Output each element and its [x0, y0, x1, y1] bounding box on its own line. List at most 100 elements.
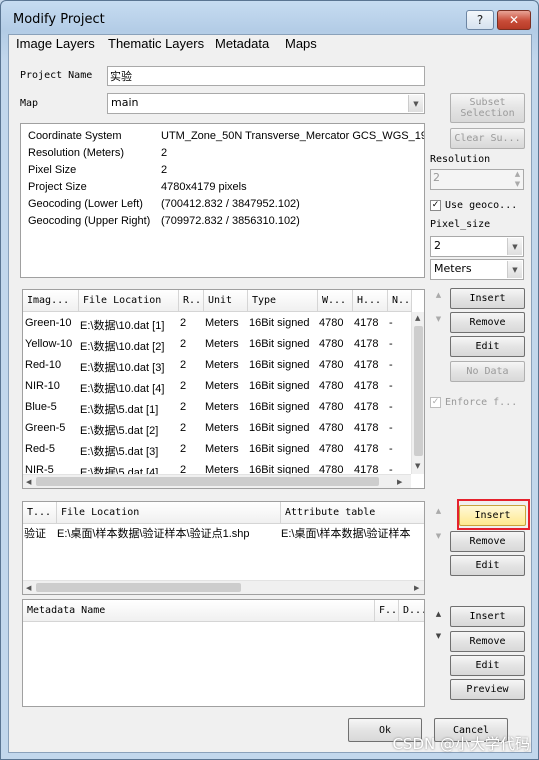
image-remove-button[interactable]: Remove: [450, 312, 525, 333]
table-cell: Red-10: [25, 359, 62, 371]
column-header[interactable]: Imag...: [23, 290, 79, 312]
close-button[interactable]: ✕: [497, 10, 531, 30]
menu-image-layers[interactable]: Image Layers: [16, 36, 95, 51]
table-cell: 4178: [354, 443, 379, 455]
subset-selection-button[interactable]: Subset Selection: [450, 93, 525, 123]
column-header[interactable]: File Location: [79, 290, 179, 312]
scroll-left-icon[interactable]: ◀: [26, 478, 31, 486]
thematic-layers-table: T... File Location Attribute table 验证 E:…: [22, 501, 425, 595]
scroll-up-icon[interactable]: ▲: [415, 314, 420, 322]
move-down-icon[interactable]: ▼: [433, 315, 444, 323]
scroll-thumb[interactable]: [414, 326, 423, 456]
image-edit-button[interactable]: Edit: [450, 336, 525, 357]
pixel-size-value: 2: [434, 239, 441, 252]
menu-metadata[interactable]: Metadata: [215, 36, 269, 51]
table-row[interactable]: Red-5 E:\数据\5.dat [3] 2 Meters 16Bit signed 4…: [23, 440, 411, 461]
column-header[interactable]: Type: [248, 290, 318, 312]
enforce-checkbox[interactable]: ✓: [430, 397, 441, 408]
horizontal-scrollbar[interactable]: ◀ ▶: [23, 580, 424, 594]
chevron-down-icon: ▼: [507, 238, 522, 255]
metadata-edit-button[interactable]: Edit: [450, 655, 525, 676]
scroll-thumb[interactable]: [36, 583, 241, 592]
column-header[interactable]: Attribute table: [281, 502, 424, 524]
column-header[interactable]: T...: [23, 502, 57, 524]
metadata-preview-button[interactable]: Preview: [450, 679, 525, 700]
no-data-button[interactable]: No Data: [450, 361, 525, 382]
info-value: (709972.832 / 3856310.102): [161, 215, 300, 227]
metadata-insert-button[interactable]: Insert: [450, 606, 525, 627]
table-cell: 16Bit signed: [249, 380, 310, 392]
scroll-thumb[interactable]: [36, 477, 379, 486]
table-row[interactable]: Yellow-10 E:\数据\10.dat [2] 2 Meters 16Bit si…: [23, 335, 411, 356]
scroll-right-icon[interactable]: ▶: [397, 478, 402, 486]
table-cell: 16Bit signed: [249, 401, 310, 413]
resolution-input[interactable]: 2: [430, 169, 524, 190]
column-header[interactable]: N...: [388, 290, 412, 312]
move-down-icon[interactable]: ▼: [433, 532, 444, 540]
table-cell: Meters: [205, 443, 239, 455]
scroll-left-icon[interactable]: ◀: [26, 584, 31, 592]
table-row[interactable]: Red-10 E:\数据\10.dat [3] 2 Meters 16Bit signe…: [23, 356, 411, 377]
thematic-edit-button[interactable]: Edit: [450, 555, 525, 576]
table-row[interactable]: NIR-10 E:\数据\10.dat [4] 2 Meters 16Bit signe…: [23, 377, 411, 398]
image-insert-button[interactable]: Insert: [450, 288, 525, 309]
clear-subset-button[interactable]: Clear Su...: [450, 128, 525, 149]
map-select[interactable]: main ▼: [107, 93, 425, 114]
image-layers-table: Imag... File Location R... Unit Type W..…: [22, 289, 425, 489]
pixel-size-select[interactable]: 2 ▼: [430, 236, 524, 257]
column-header[interactable]: D...: [399, 600, 424, 622]
menu-thematic-layers[interactable]: Thematic Layers: [108, 36, 204, 51]
menu-maps[interactable]: Maps: [285, 36, 317, 51]
table-cell: -: [389, 338, 393, 350]
thematic-remove-button[interactable]: Remove: [450, 531, 525, 552]
table-cell: 2: [180, 443, 187, 455]
help-button[interactable]: ?: [466, 10, 494, 30]
spin-down-icon[interactable]: ▼: [512, 180, 523, 188]
column-header[interactable]: H...: [353, 290, 388, 312]
column-header[interactable]: Unit: [204, 290, 248, 312]
move-up-icon[interactable]: ▲: [433, 291, 444, 299]
table-cell: Meters: [205, 422, 239, 434]
column-header[interactable]: Metadata Name: [23, 600, 375, 622]
table-cell: 4178: [354, 422, 379, 434]
table-row[interactable]: Blue-5 E:\数据\5.dat [1] 2 Meters 16Bit signed…: [23, 398, 411, 419]
table-cell: 2: [180, 338, 187, 350]
column-header[interactable]: R...: [179, 290, 204, 312]
spin-up-icon[interactable]: ▲: [512, 170, 523, 178]
table-row[interactable]: Green-5 E:\数据\5.dat [2] 2 Meters 16Bit signe…: [23, 419, 411, 440]
move-up-icon[interactable]: ▲: [433, 610, 444, 618]
use-geocoding-checkbox[interactable]: ✓: [430, 200, 441, 211]
table-row[interactable]: Green-10 E:\数据\10.dat [1] 2 Meters 16Bit sig…: [23, 314, 411, 335]
table-cell: NIR-10: [25, 380, 60, 392]
table-cell: E:\数据\10.dat [2]: [80, 341, 165, 353]
vertical-scrollbar[interactable]: ▲ ▼: [411, 312, 424, 474]
info-row-coordinate-system: Coordinate System UTM_Zone_50N Transverse…: [28, 130, 424, 142]
scroll-right-icon[interactable]: ▶: [414, 584, 419, 592]
column-header[interactable]: File Location: [57, 502, 281, 524]
table-cell[interactable]: E:\桌面\样本数据\验证样本\验证点1.shp: [57, 525, 279, 541]
info-key: Project Size: [28, 181, 87, 193]
highlight-box: [457, 499, 530, 530]
move-up-icon[interactable]: ▲: [433, 507, 444, 515]
info-value: 2: [161, 147, 168, 159]
horizontal-scrollbar[interactable]: ◀ ▶: [23, 474, 411, 488]
move-down-icon[interactable]: ▼: [433, 632, 444, 640]
title-bar[interactable]: Modify Project ? ✕: [1, 1, 538, 37]
table-cell: E:\数据\5.dat [2]: [80, 425, 159, 437]
table-cell: 4178: [354, 380, 379, 392]
column-header[interactable]: W...: [318, 290, 353, 312]
info-row-pixel-size: Pixel Size 2: [28, 164, 167, 176]
table-cell: 16Bit signed: [249, 422, 310, 434]
info-row-geocoding-upper-right: Geocoding (Upper Right) (709972.832 / 385…: [28, 215, 300, 227]
info-key: Coordinate System: [28, 130, 122, 142]
table-cell: E:\数据\10.dat [3]: [80, 362, 165, 374]
table-cell[interactable]: E:\桌面\样本数据\验证样本: [281, 525, 424, 541]
table-cell: Green-10: [25, 317, 72, 329]
scroll-down-icon[interactable]: ▼: [415, 462, 420, 470]
unit-select[interactable]: Meters ▼: [430, 259, 524, 280]
project-name-input[interactable]: 实验: [107, 66, 425, 86]
metadata-remove-button[interactable]: Remove: [450, 631, 525, 652]
table-cell[interactable]: 验证: [24, 525, 56, 541]
info-value: 2: [161, 164, 168, 176]
column-header[interactable]: F...: [375, 600, 399, 622]
